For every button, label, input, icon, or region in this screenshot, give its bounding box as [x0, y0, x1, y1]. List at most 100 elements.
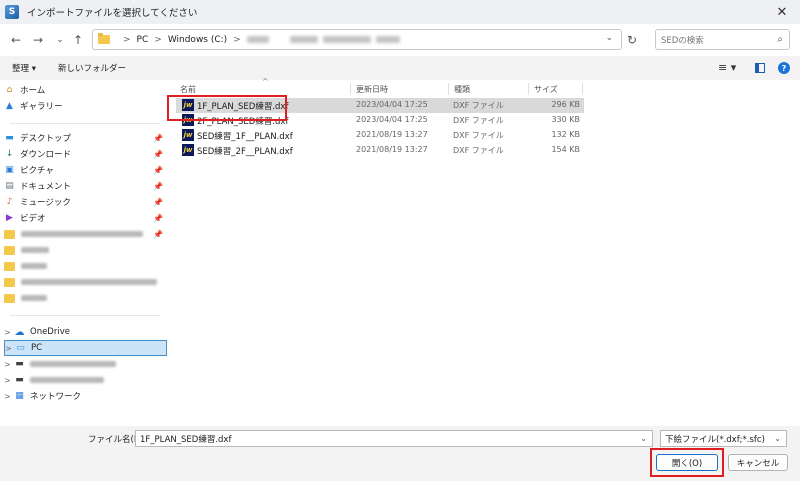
expand-chevron-icon[interactable]: > [4, 328, 14, 337]
sidebar-item-downloads[interactable]: ↓ ダウンロード 📌 [4, 146, 167, 162]
search-placeholder: SEDの検索 [661, 35, 704, 46]
close-button[interactable]: ✕ [774, 4, 790, 20]
folder-icon [98, 33, 110, 44]
sidebar-item-folder-redacted[interactable] [4, 274, 167, 290]
file-row[interactable]: jw SED練習_1F__PLAN.dxf 2021/08/19 13:27 D… [176, 128, 584, 143]
column-divider[interactable] [528, 83, 529, 95]
network-icon: ▦ [15, 391, 24, 401]
drive-icon: ▬ [15, 359, 24, 369]
redacted-label [30, 361, 116, 367]
folder-icon [4, 277, 15, 287]
sidebar-item-drive-redacted[interactable]: > ▬ [4, 356, 167, 372]
filename-input[interactable]: 1F_PLAN_SED練習.dxf ⌄ [135, 430, 653, 447]
documents-icon: ▤ [5, 181, 14, 191]
new-folder-button[interactable]: 新しいフォルダー [58, 62, 126, 74]
column-divider[interactable] [582, 83, 583, 95]
sidebar-item-desktop[interactable]: ▬ デスクトップ 📌 [4, 130, 167, 146]
file-row[interactable]: jw SED練習_2F__PLAN.dxf 2021/08/19 13:27 D… [176, 143, 584, 158]
pin-icon: 📌 [153, 149, 163, 159]
file-type: DXF ファイル [453, 131, 504, 140]
dialog-footer: ファイル名(N): 1F_PLAN_SED練習.dxf ⌄ 下絵ファイル(*.d… [0, 426, 800, 481]
file-size: 154 KB [551, 145, 580, 154]
expand-chevron-icon[interactable]: > [4, 392, 14, 401]
breadcrumb-redacted[interactable] [289, 36, 318, 43]
file-modified: 2021/08/19 13:27 [356, 130, 428, 139]
desktop-icon: ▬ [5, 133, 14, 143]
column-header-modified[interactable]: 更新日時 [356, 84, 388, 95]
file-modified: 2023/04/04 17:25 [356, 115, 428, 124]
cancel-button[interactable]: キャンセル [728, 454, 788, 471]
back-arrow-icon[interactable]: ← [8, 32, 24, 48]
sidebar-item-pictures[interactable]: ▣ ピクチャ 📌 [4, 162, 167, 178]
breadcrumb-redacted[interactable] [375, 36, 400, 43]
file-type: DXF ファイル [453, 101, 504, 110]
chevron-down-icon[interactable]: ⌄ [774, 434, 781, 443]
sidebar-item-network[interactable]: > ▦ ネットワーク [4, 388, 167, 404]
breadcrumb-redacted[interactable] [322, 36, 371, 43]
highlight-box-file [167, 95, 287, 121]
folder-icon [4, 261, 15, 271]
address-dropdown-icon[interactable]: ⌄ [605, 33, 613, 43]
filetype-value: 下絵ファイル(*.dxf;*.sfc) [665, 434, 765, 445]
up-arrow-icon[interactable]: ↑ [70, 32, 86, 48]
expand-chevron-icon[interactable]: > [4, 376, 14, 385]
sidebar-item-folder-redacted[interactable] [4, 290, 167, 306]
breadcrumb-pc[interactable]: PC [137, 35, 149, 45]
file-size: 132 KB [551, 130, 580, 139]
sidebar-item-label: ビデオ [20, 214, 46, 224]
sidebar-item-documents[interactable]: ▤ ドキュメント 📌 [4, 178, 167, 194]
sidebar-item-label: ドキュメント [20, 182, 72, 192]
recent-locations-icon[interactable]: ⌄ [52, 32, 68, 48]
breadcrumb-drive[interactable]: Windows (C:) [168, 35, 227, 45]
sidebar-item-label: ミュージック [20, 198, 71, 208]
title-bar: S インポートファイルを選択してください ✕ [0, 0, 800, 24]
folder-icon [4, 245, 15, 255]
folder-icon [4, 229, 15, 239]
forward-arrow-icon[interactable]: → [30, 32, 46, 48]
jw-cad-file-icon: jw [182, 129, 194, 141]
sidebar-item-music[interactable]: ♪ ミュージック 📌 [4, 194, 167, 210]
pin-icon: 📌 [153, 133, 163, 143]
column-divider[interactable] [350, 83, 351, 95]
file-type: DXF ファイル [453, 116, 504, 125]
sidebar-item-gallery[interactable]: ▲ ギャラリー [4, 98, 167, 114]
sidebar-item-home[interactable]: ⌂ ホーム [4, 82, 167, 98]
sidebar-item-label: ダウンロード [20, 150, 72, 160]
chevron-down-icon[interactable]: ⌄ [640, 434, 647, 443]
preview-pane-icon[interactable] [755, 63, 765, 73]
divider [10, 315, 160, 316]
refresh-icon[interactable]: ↻ [624, 32, 640, 48]
breadcrumb-separator: > [154, 34, 162, 45]
search-icon[interactable]: ⌕ [777, 34, 783, 45]
redacted-label [21, 231, 143, 237]
expand-chevron-icon[interactable]: > [5, 344, 15, 353]
view-options-icon[interactable]: ≡ ▾ [718, 61, 736, 74]
gallery-icon: ▲ [6, 101, 13, 111]
sidebar-item-onedrive[interactable]: > ☁ OneDrive [4, 324, 167, 340]
command-bar: 整理 ▾ 新しいフォルダー ≡ ▾ [0, 56, 800, 80]
breadcrumb-separator: > [233, 34, 241, 45]
help-icon[interactable]: ? [778, 62, 790, 74]
divider [10, 123, 160, 124]
column-header-name[interactable]: 名前 [180, 84, 196, 95]
sidebar-item-folder-redacted[interactable] [4, 258, 167, 274]
pictures-icon: ▣ [5, 165, 14, 175]
sidebar-item-drive-redacted[interactable]: > ▬ [4, 372, 167, 388]
sidebar-item-folder-redacted[interactable]: 📌 [4, 226, 167, 242]
column-header-size[interactable]: サイズ [534, 84, 558, 95]
organize-menu[interactable]: 整理 ▾ [12, 62, 36, 74]
sidebar-item-folder-redacted[interactable] [4, 242, 167, 258]
sidebar-item-label: ホーム [20, 86, 46, 96]
redacted-label [30, 377, 104, 383]
expand-chevron-icon[interactable]: > [4, 360, 14, 369]
pin-icon: 📌 [153, 213, 163, 223]
redacted-label [21, 247, 49, 253]
address-bar[interactable]: > PC > Windows (C:) > ⌄ [92, 29, 622, 50]
filetype-select[interactable]: 下絵ファイル(*.dxf;*.sfc) ⌄ [660, 430, 787, 447]
sidebar-item-pc[interactable]: > ▭ PC [4, 340, 167, 356]
sidebar-item-videos[interactable]: ▶ ビデオ 📌 [4, 210, 167, 226]
column-divider[interactable] [448, 83, 449, 95]
column-header-type[interactable]: 種類 [454, 84, 470, 95]
search-input[interactable]: SEDの検索 ⌕ [655, 29, 790, 50]
breadcrumb-redacted[interactable] [246, 36, 269, 43]
